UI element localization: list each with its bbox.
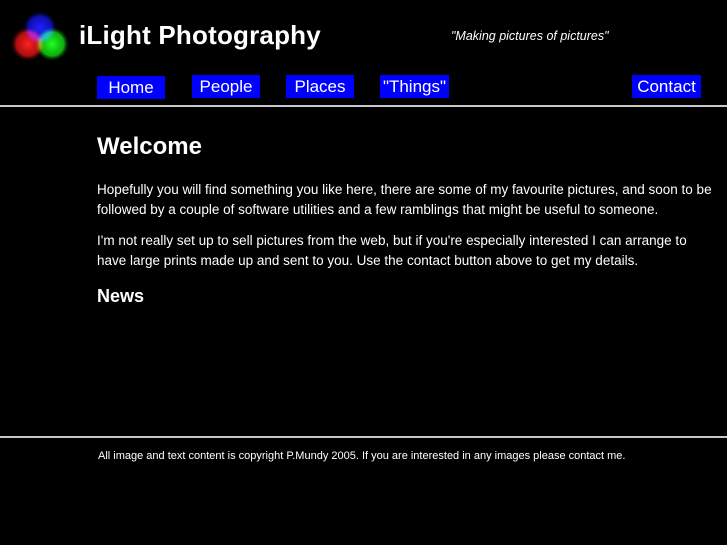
header-divider <box>0 105 727 107</box>
page: iLight Photography "Making pictures of p… <box>0 0 727 545</box>
intro-paragraph: Hopefully you will find something you li… <box>97 182 712 217</box>
page-title: Welcome <box>97 133 202 160</box>
nav-contact-button[interactable]: Contact <box>632 75 701 98</box>
nav-places-button[interactable]: Places <box>286 75 354 98</box>
copyright-notice: All image and text content is copyright … <box>98 450 626 462</box>
site-tagline: "Making pictures of pictures" <box>451 29 609 43</box>
rgb-circles-logo-icon <box>8 10 72 66</box>
nav-home-button[interactable]: Home <box>97 76 165 99</box>
nav-people-button[interactable]: People <box>192 75 260 98</box>
prints-paragraph: I'm not really set up to sell pictures f… <box>97 233 687 268</box>
footer-divider <box>0 436 727 438</box>
site-title: iLight Photography <box>79 20 321 50</box>
news-heading: News <box>97 286 145 306</box>
nav-things-button[interactable]: "Things" <box>380 75 449 98</box>
